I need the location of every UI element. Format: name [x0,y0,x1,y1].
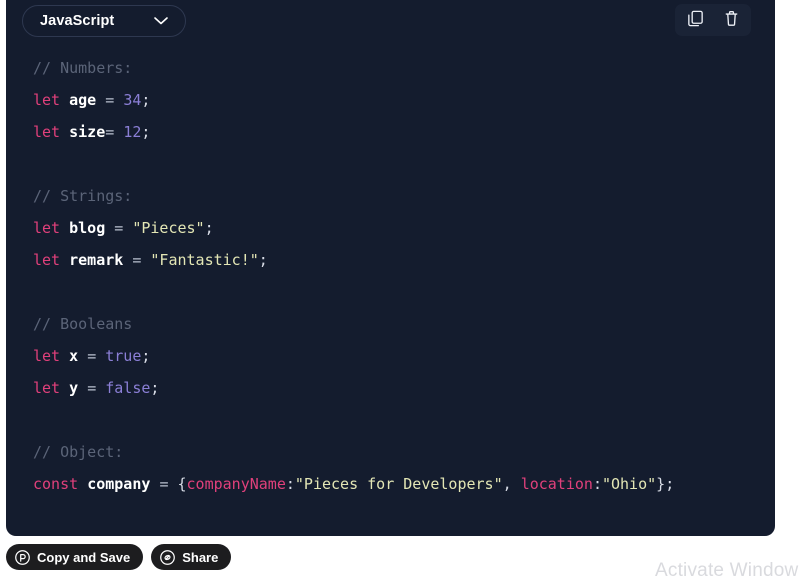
chevron-down-icon [154,17,168,26]
code-token-property: companyName [186,475,286,493]
code-line: let size= 12; [6,116,775,148]
code-token-keyword: let [33,379,61,397]
code-line: // Numbers: [6,52,775,84]
code-token-colon: : [285,475,295,493]
language-select-value: JavaScript [40,13,115,29]
code-token-keyword: let [33,123,61,141]
code-token-comma: , [502,475,512,493]
code-token-brace-open: { [177,475,187,493]
language-select[interactable]: JavaScript [22,5,186,37]
code-token-punct: ; [150,379,160,397]
code-token-identifier: x [69,347,79,365]
code-token-colon: : [592,475,602,493]
activate-windows-watermark: Activate Window [655,560,799,581]
code-token-keyword: let [33,347,61,365]
code-line: // Booleans [6,308,775,340]
code-token-operator: = [132,251,142,269]
code-token-number: 12 [123,123,142,141]
code-token-punct: ; [141,123,151,141]
code-line: let x = true; [6,340,775,372]
copy-and-save-button[interactable]: Copy and Save [6,544,144,570]
code-token-punct: ; [141,91,151,109]
code-token-comment: // Booleans [33,315,133,333]
code-line: const company = {companyName:"Pieces for… [6,468,775,500]
code-token-string: "Ohio" [601,475,657,493]
delete-button[interactable] [713,5,749,35]
share-button[interactable]: Share [151,544,232,570]
code-token-operator: = [159,475,169,493]
header-actions [675,4,751,36]
code-token-boolean: true [105,347,142,365]
code-editor-content: // Numbers: let age = 34; let size= 12; … [6,44,775,536]
code-token-brace-close: } [656,475,666,493]
code-token-boolean: false [105,379,151,397]
code-token-identifier: remark [69,251,124,269]
pieces-logo-icon [15,549,30,565]
code-token-keyword: let [33,251,61,269]
code-token-comment: // Strings: [33,187,133,205]
code-token-property: location [520,475,593,493]
code-line: let y = false; [6,372,775,404]
code-token-number: 34 [123,91,142,109]
copy-icon [686,9,705,31]
code-token-comment: // Object: [33,443,124,461]
code-token-keyword: const [33,475,79,493]
code-token-identifier: company [87,475,151,493]
code-token-operator: = [105,91,115,109]
code-token-identifier: age [69,91,97,109]
code-line: let remark = "Fantastic!"; [6,244,775,276]
code-token-operator: = [87,347,97,365]
code-token-string: "Pieces for Developers" [294,475,503,493]
code-token-operator: = [114,219,124,237]
code-token-string: "Pieces" [132,219,205,237]
code-token-punct: ; [665,475,675,493]
bottom-action-bar: Copy and Save Share [6,544,232,570]
link-icon [160,549,176,565]
code-token-punct: ; [258,251,268,269]
code-line: let age = 34; [6,84,775,116]
card-header: JavaScript [6,0,775,44]
copy-button[interactable] [677,5,713,35]
code-line: let blog = "Pieces"; [6,212,775,244]
code-token-identifier: size [69,123,106,141]
code-token-identifier: y [69,379,79,397]
code-token-string: "Fantastic!" [150,251,259,269]
code-token-keyword: let [33,91,61,109]
trash-icon [722,9,741,31]
code-token-identifier: blog [69,219,106,237]
code-token-punct: ; [204,219,214,237]
share-label: Share [182,549,219,565]
copy-and-save-label: Copy and Save [37,549,131,565]
code-token-operator: = [87,379,97,397]
code-line: // Strings: [6,180,775,212]
code-token-punct: ; [141,347,151,365]
code-token-operator: = [105,123,115,141]
code-token-comment: // Numbers: [33,59,133,77]
code-snippet-card: JavaScript // Numbers: let age = 34; let… [6,0,775,536]
code-token-keyword: let [33,219,61,237]
code-line: // Object: [6,436,775,468]
